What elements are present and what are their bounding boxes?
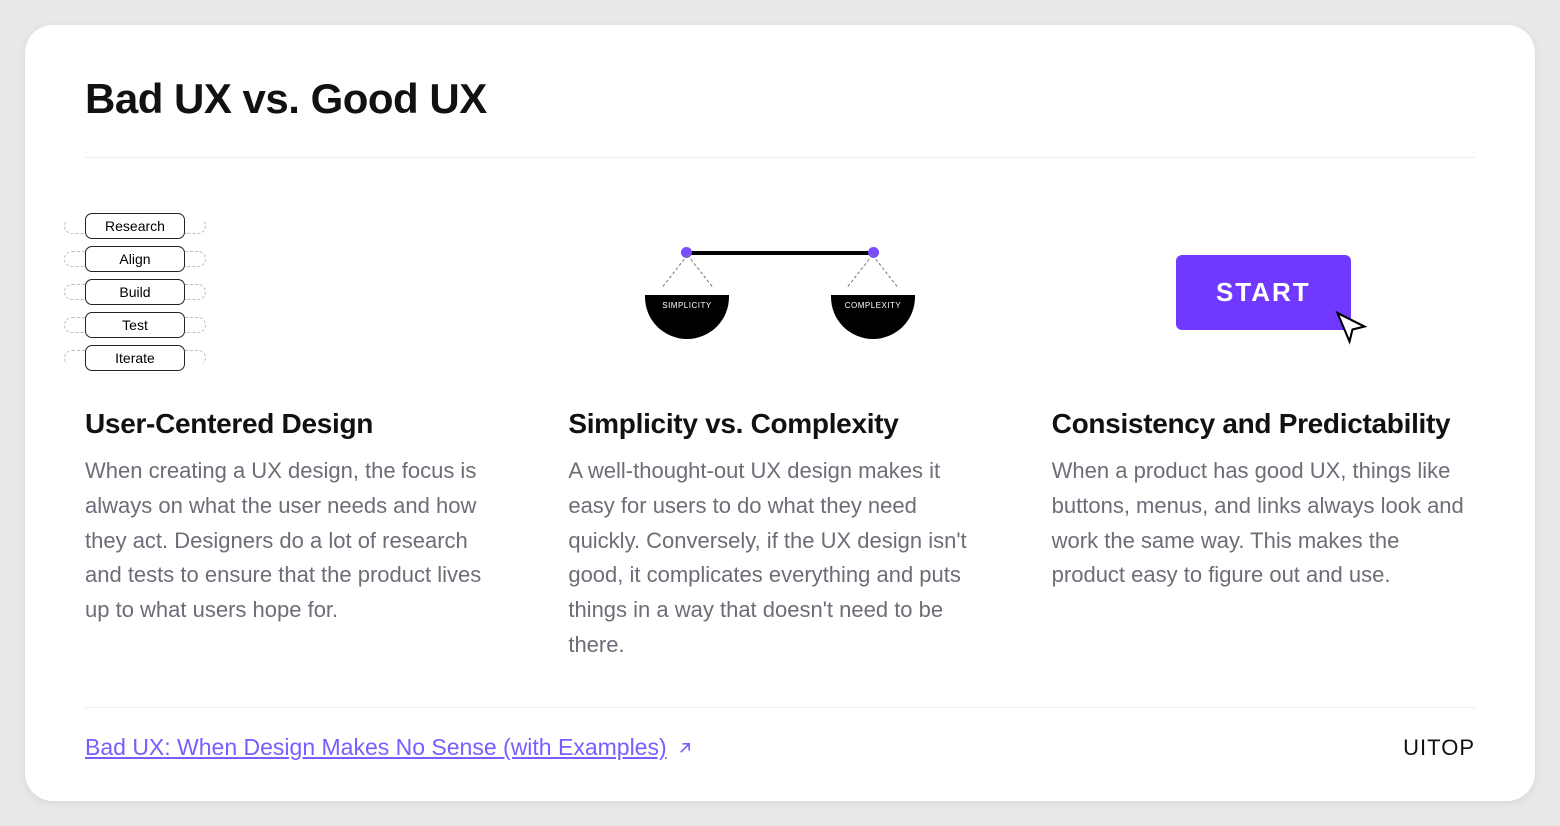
process-stack-icon: Research Align Build Test Iterate (85, 202, 508, 382)
scale-label-right: COMPLEXITY (831, 295, 915, 339)
column-heading: User-Centered Design (85, 408, 508, 440)
step-pill: Build (85, 279, 185, 305)
scale-label-left: SIMPLICITY (645, 295, 729, 339)
column-simplicity: SIMPLICITY COMPLEXITY Simplicity vs. Com… (568, 202, 991, 707)
columns: Research Align Build Test Iterate User-C… (85, 158, 1475, 707)
source-link[interactable]: Bad UX: When Design Makes No Sense (with… (85, 734, 695, 761)
column-body: When a product has good UX, things like … (1052, 454, 1475, 593)
column-heading: Consistency and Predictability (1052, 408, 1475, 440)
brand-label: UITOP (1403, 735, 1475, 761)
column-body: A well-thought-out UX design makes it ea… (568, 454, 991, 663)
column-consistency: START Consistency and Predictability Whe… (1052, 202, 1475, 707)
info-card: Bad UX vs. Good UX Research Align Build … (25, 25, 1535, 801)
column-user-centered: Research Align Build Test Iterate User-C… (85, 202, 508, 707)
external-link-icon (675, 738, 695, 758)
column-body: When creating a UX design, the focus is … (85, 454, 508, 628)
start-button-graphic: START (1176, 255, 1351, 330)
start-button-icon: START (1052, 202, 1475, 382)
card-footer: Bad UX: When Design Makes No Sense (with… (85, 707, 1475, 761)
cursor-icon (1333, 310, 1369, 346)
step-pill: Research (85, 213, 185, 239)
step-pill: Iterate (85, 345, 185, 371)
source-link-text: Bad UX: When Design Makes No Sense (with… (85, 734, 667, 761)
column-heading: Simplicity vs. Complexity (568, 408, 991, 440)
step-pill: Align (85, 246, 185, 272)
balance-scale-icon: SIMPLICITY COMPLEXITY (568, 202, 991, 382)
page-title: Bad UX vs. Good UX (85, 75, 1475, 158)
step-pill: Test (85, 312, 185, 338)
